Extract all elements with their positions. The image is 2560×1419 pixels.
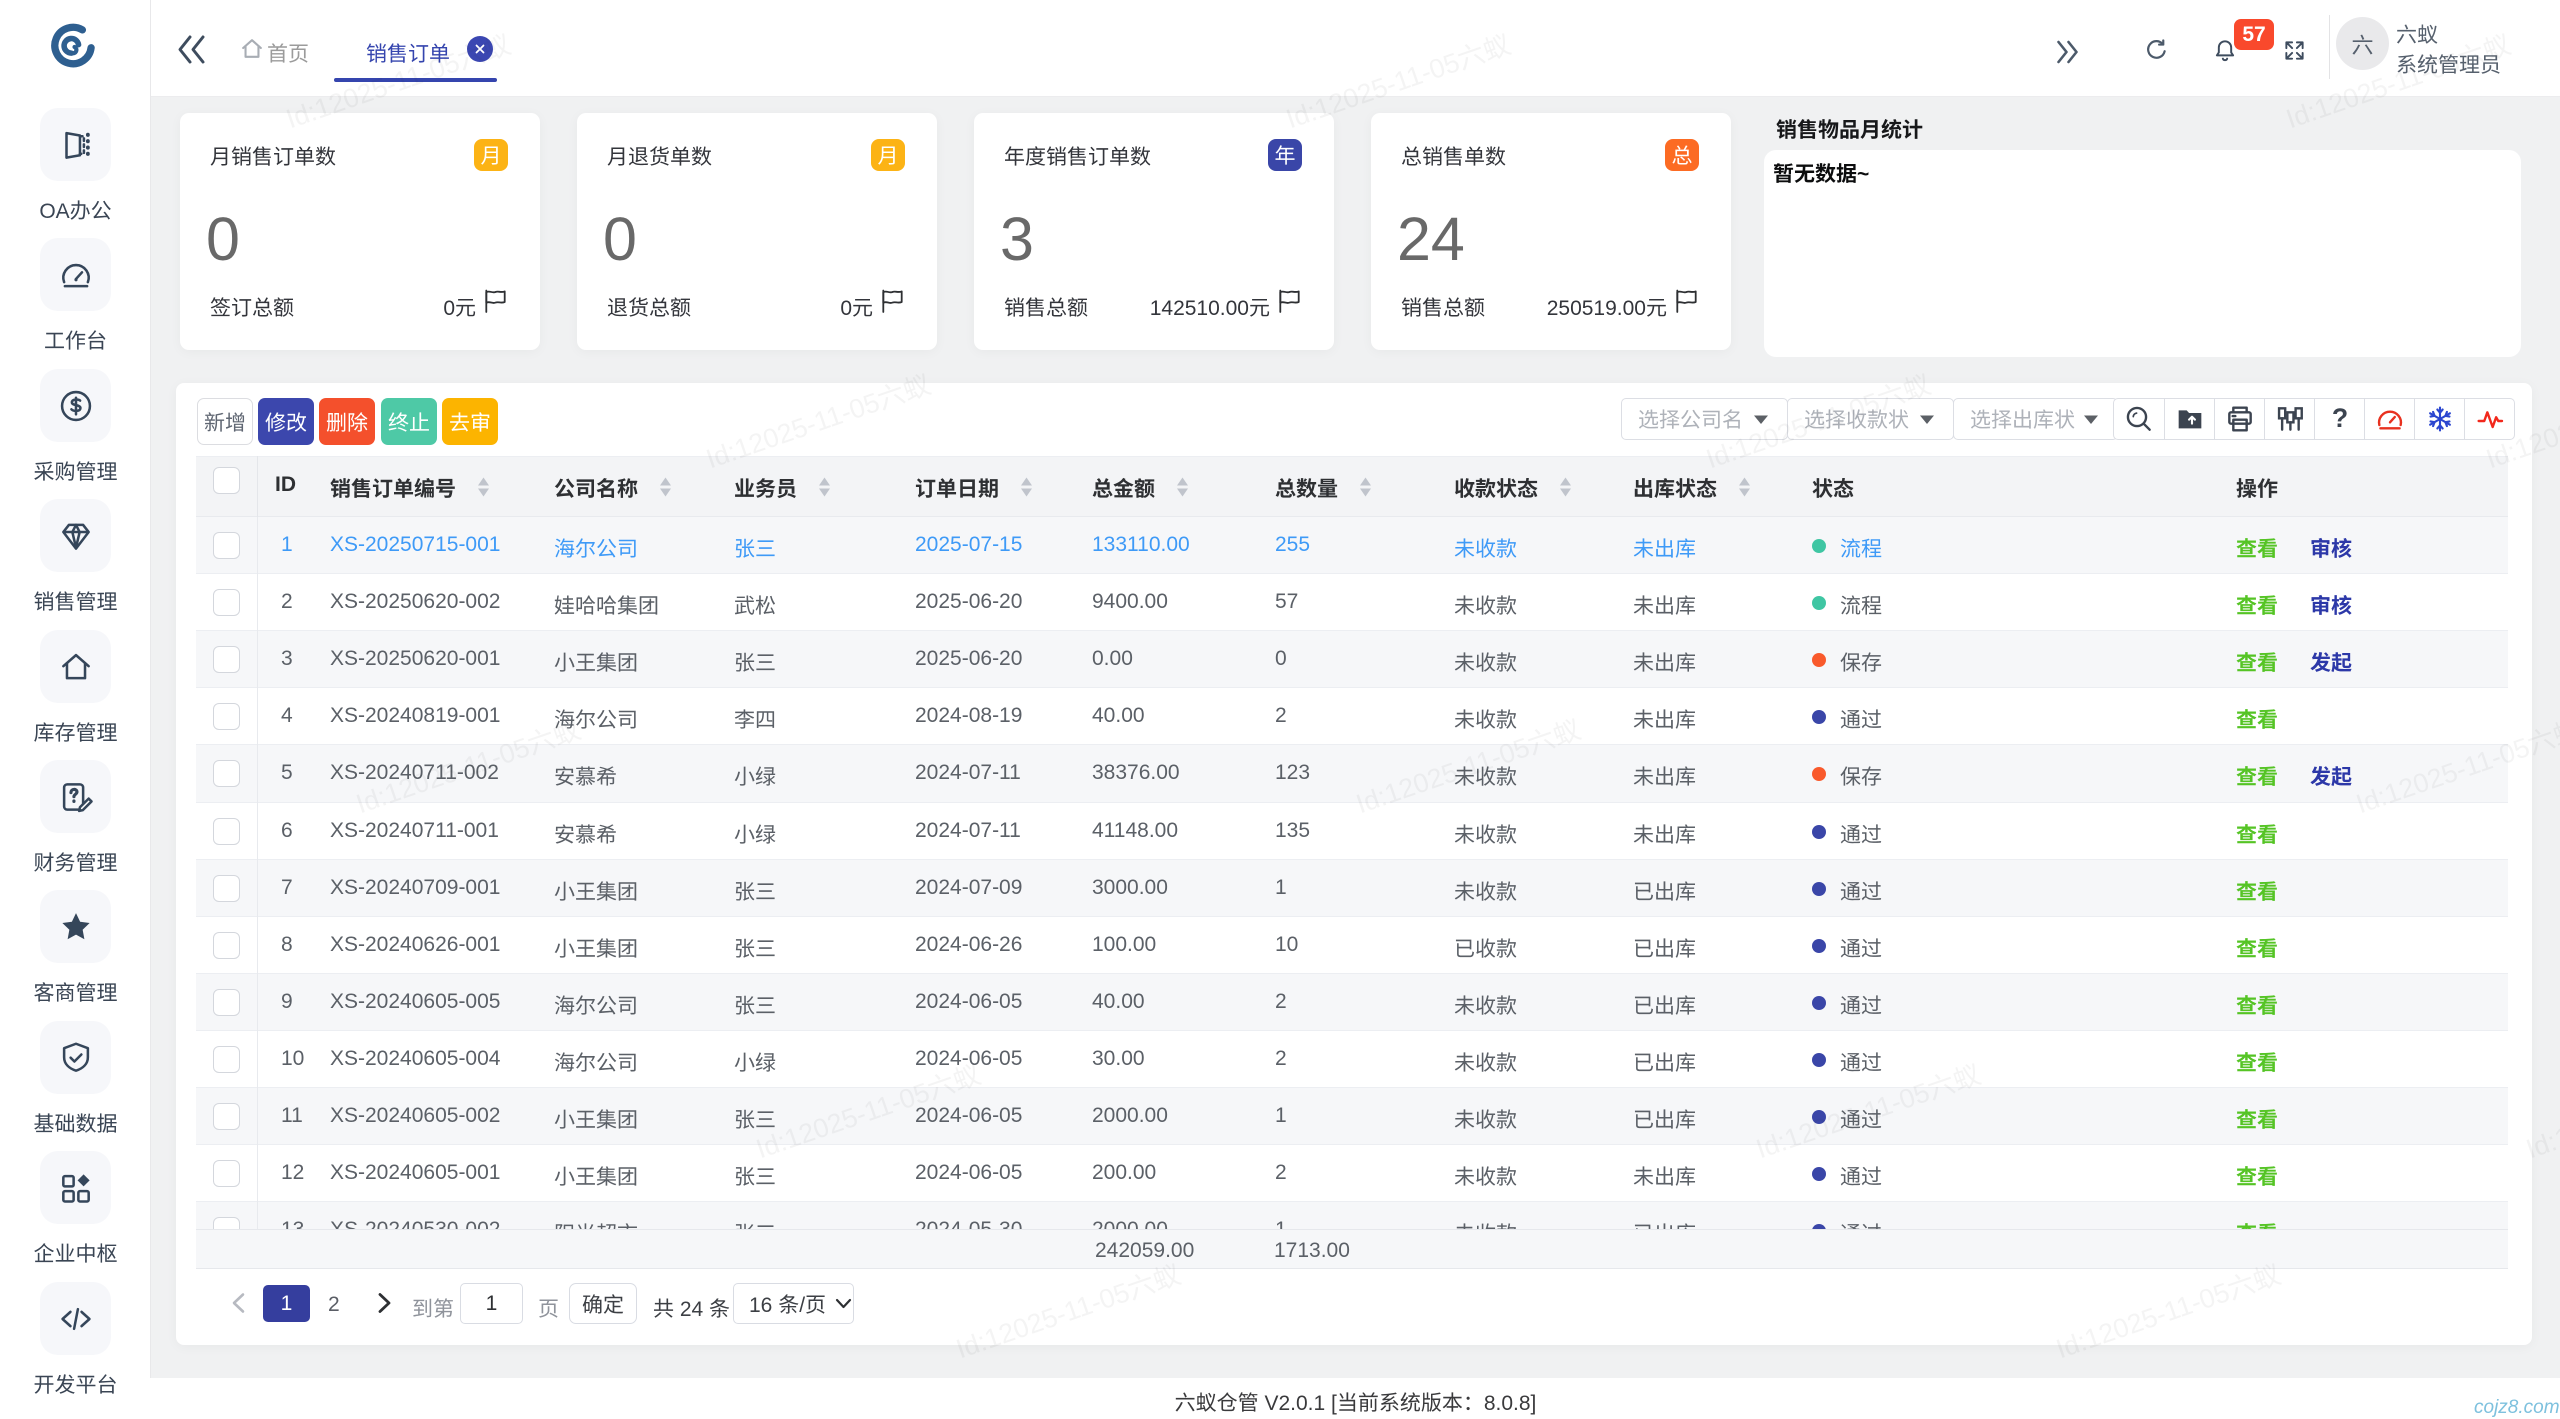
svg-text:?: ?: [2331, 403, 2347, 433]
